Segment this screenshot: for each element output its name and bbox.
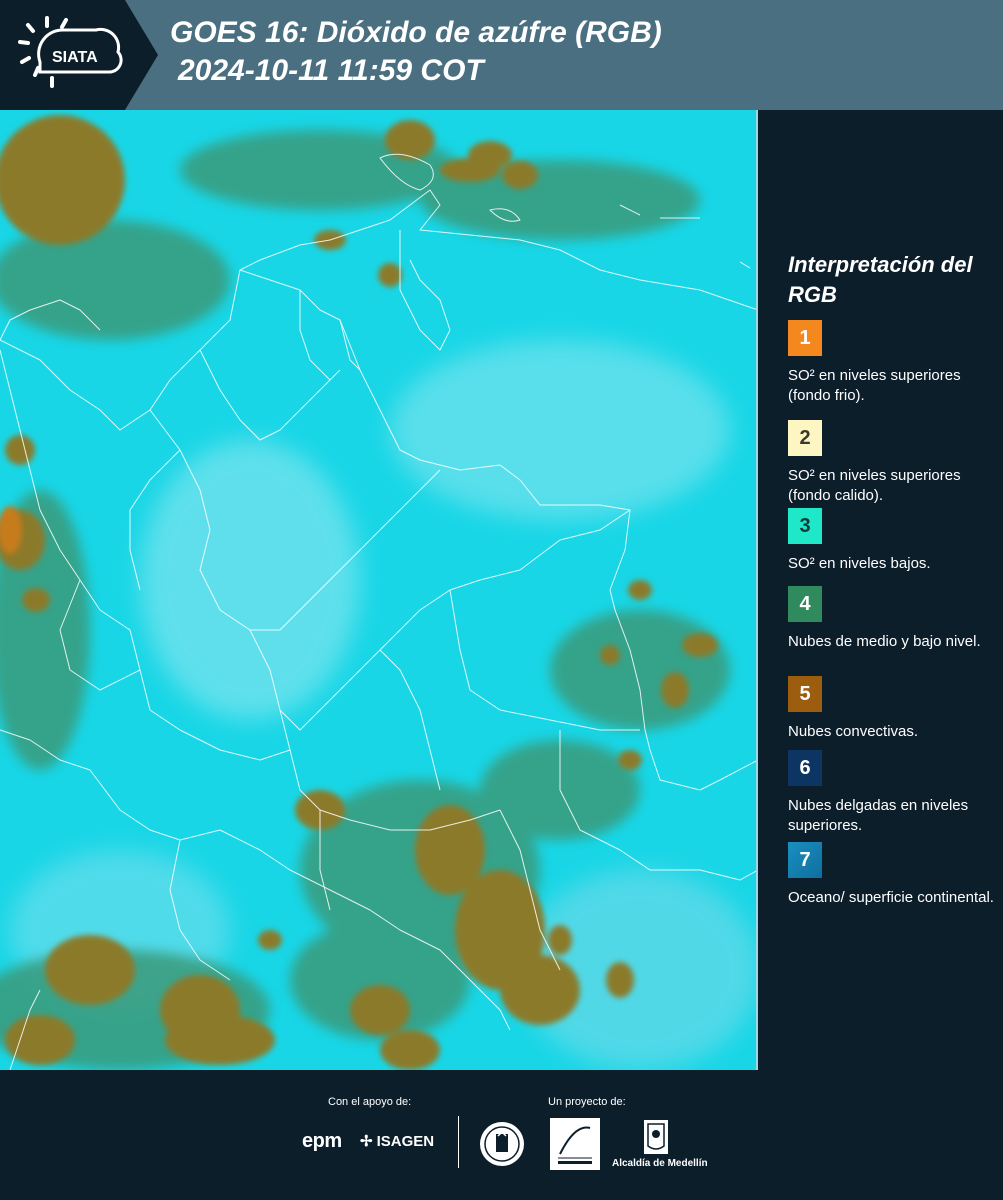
legend-swatch: 6 [788,750,822,786]
legend-swatch: 4 [788,586,822,622]
satellite-rgb-map [0,110,758,1070]
support-label: Con el apoyo de: [328,1096,412,1108]
legend-item-1: 1 SO² en niveles superiores (fondo frio)… [788,320,998,406]
legend-item-2: 2 SO² en niveles superiores (fondo calid… [788,420,998,506]
page-title: GOES 16: Dióxido de azúfre (RGB) 2024-10… [170,14,662,90]
legend-swatch: 1 [788,320,822,356]
legend-item-text: Nubes convectivas. [788,723,919,740]
project-label: Un proyecto de: [548,1096,626,1108]
satellite-image [0,110,758,1070]
legend-swatch: 3 [788,508,822,544]
alcaldia-shield-icon [640,1118,672,1163]
legend-item-5: 5 Nubes convectivas. [788,676,998,742]
title-datetime: 2024-10-11 11:59 COT [178,54,484,87]
siata-logo: SIATA [0,0,158,110]
title-product: GOES 16: Dióxido de azúfre (RGB) [170,16,662,49]
footer-divider [458,1116,459,1168]
legend-item-text: SO² en niveles superiores (fondo frio). [788,367,961,404]
legend-item-3: 3 SO² en niveles bajos. [788,508,998,574]
alcaldia-label: Alcaldía de Medellín [612,1158,708,1169]
legend-item-text: SO² en niveles superiores (fondo calido)… [788,467,961,504]
epm-logo: epm [302,1130,342,1152]
medellin-seal-icon [478,1118,526,1175]
header-bar: SIATA GOES 16: Dióxido de azúfre (RGB) 2… [0,0,1003,110]
legend-item-4: 4 Nubes de medio y bajo nivel. [788,586,998,652]
legend-swatch: 5 [788,676,822,712]
legend-item-text: Nubes de medio y bajo nivel. [788,633,981,650]
area-metropolitana-logo [550,1118,600,1170]
legend-panel: Interpretación del RGB 1 SO² en niveles … [760,110,1003,1070]
footer-bar: Con el apoyo de: Un proyecto de: epm ✢ I… [0,1070,1003,1200]
legend-item-6: 6 Nubes delgadas en niveles superiores. [788,750,998,836]
legend-title: Interpretación del RGB [788,252,973,307]
legend-item-text: SO² en niveles bajos. [788,555,931,572]
legend-swatch: 2 [788,420,822,456]
siata-logo-text: SIATA [52,49,98,66]
isagen-logo: ✢ ISAGEN [360,1132,435,1151]
legend-item-7: 7 Oceano/ superficie continental. [788,842,998,908]
legend-item-text: Oceano/ superficie continental. [788,889,994,906]
isagen-icon: ✢ [360,1133,373,1150]
legend-swatch: 7 [788,842,822,878]
legend-item-text: Nubes delgadas en niveles superiores. [788,797,969,834]
isagen-text: ISAGEN [376,1132,435,1150]
